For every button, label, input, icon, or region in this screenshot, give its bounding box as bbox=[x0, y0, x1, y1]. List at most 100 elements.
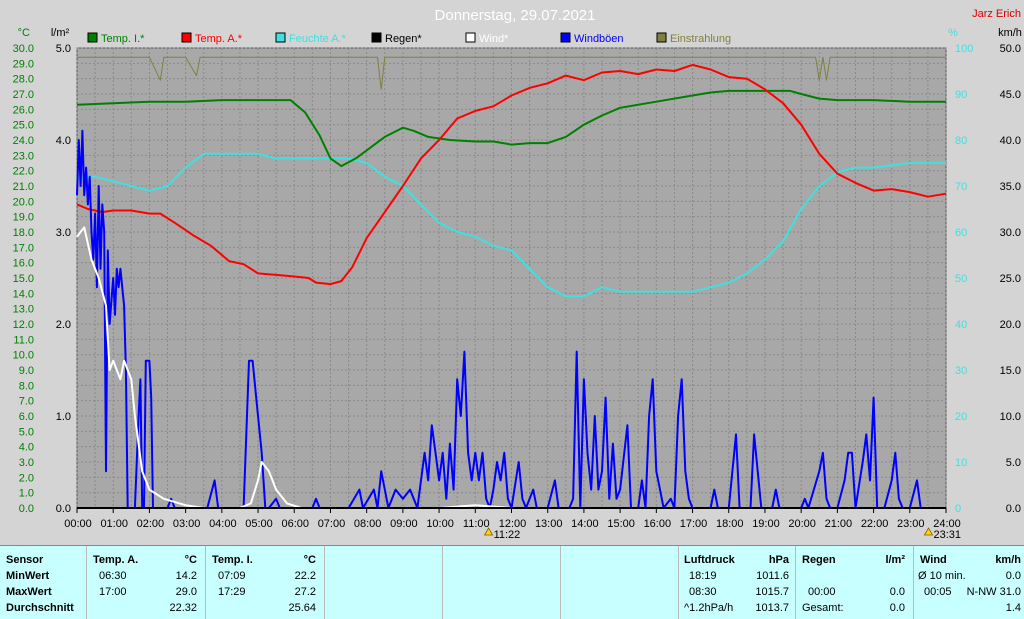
temp-tick-label: 25.0 bbox=[13, 120, 34, 132]
humidity-tick-label: 0 bbox=[955, 503, 961, 515]
sensor-header: Sensor bbox=[6, 554, 44, 566]
legend-label: Temp. I.* bbox=[101, 33, 145, 45]
x-tick-label: 14:00 bbox=[571, 518, 599, 530]
luftdruck-min-time: 18:19 bbox=[689, 570, 717, 582]
luftdruck-header: Luftdruck bbox=[684, 554, 735, 566]
empty-column-2 bbox=[443, 546, 561, 619]
regen-max-time: 00:00 bbox=[808, 586, 836, 598]
temp-i-unit: °C bbox=[303, 554, 316, 566]
humidity-tick-label: 10 bbox=[955, 457, 967, 469]
chart-title: Donnerstag, 29.07.2021 bbox=[435, 7, 596, 24]
legend-label: Wind* bbox=[479, 33, 509, 45]
temp-tick-label: 12.0 bbox=[13, 319, 34, 331]
luftdruck-current: 1013.7 bbox=[755, 602, 789, 614]
rain-tick-label: 4.0 bbox=[56, 135, 71, 147]
humidity-tick-label: 50 bbox=[955, 273, 967, 285]
temp-tick-label: 5.0 bbox=[19, 426, 34, 438]
rain-tick-label: 5.0 bbox=[56, 43, 71, 55]
wind-tick-label: 0.0 bbox=[1006, 503, 1021, 515]
luftdruck-trend: ^1.2hPa/h bbox=[684, 602, 734, 614]
legend-swatch bbox=[87, 32, 98, 43]
legend-swatch bbox=[181, 32, 192, 43]
x-tick-label: 15:00 bbox=[607, 518, 635, 530]
temp-tick-label: 27.0 bbox=[13, 89, 34, 101]
temp-i-max-time: 17:29 bbox=[218, 586, 246, 598]
temp-tick-label: 8.0 bbox=[19, 380, 34, 392]
humidity-tick-label: 60 bbox=[955, 227, 967, 239]
temp-a-unit: °C bbox=[184, 554, 197, 566]
regen-column: Regen l/m² 00:00 0.0 Gesamt: 0.0 bbox=[796, 546, 914, 619]
x-tick-label: 08:00 bbox=[354, 518, 382, 530]
legend-swatch bbox=[371, 32, 382, 43]
x-tick-label: 06:00 bbox=[281, 518, 309, 530]
luftdruck-unit: hPa bbox=[768, 554, 789, 566]
temp-a-min-value: 14.2 bbox=[175, 570, 197, 582]
temp-i-min-time: 07:09 bbox=[218, 570, 246, 582]
wind-mean: 1.4 bbox=[1005, 602, 1021, 614]
wind-column: Wind km/h Ø 10 min. 0.0 00:05 N-NW 31.0 … bbox=[914, 546, 1024, 619]
legend-swatch bbox=[275, 32, 286, 43]
temp-i-max-value: 27.2 bbox=[294, 586, 316, 598]
rain-tick-label: 3.0 bbox=[56, 227, 71, 239]
temp-a-avg: 22.32 bbox=[169, 602, 197, 614]
x-tick-label: 05:00 bbox=[245, 518, 273, 530]
temp-a-header: Temp. A. bbox=[93, 554, 139, 566]
temp-i-avg: 25.64 bbox=[288, 602, 316, 614]
x-tick-label: 07:00 bbox=[318, 518, 346, 530]
temp-tick-label: 21.0 bbox=[13, 181, 34, 193]
temp-i-header: Temp. I. bbox=[212, 554, 253, 566]
wind-avg-value: 0.0 bbox=[1005, 570, 1021, 582]
humidity-tick-label: 80 bbox=[955, 135, 967, 147]
humidity-tick-label: 30 bbox=[955, 365, 967, 377]
author-label: Jarz Erich bbox=[972, 8, 1021, 20]
wind-max-time: 00:05 bbox=[924, 586, 952, 598]
unit-temp: °C bbox=[18, 27, 30, 39]
temp-tick-label: 11.0 bbox=[13, 334, 34, 346]
temp-tick-label: 13.0 bbox=[13, 304, 34, 316]
wind-tick-label: 25.0 bbox=[1000, 273, 1021, 285]
legend-label: Temp. A.* bbox=[195, 33, 243, 45]
temp-tick-label: 28.0 bbox=[13, 74, 34, 86]
empty-column-1 bbox=[325, 546, 443, 619]
wind-tick-label: 15.0 bbox=[1000, 365, 1021, 377]
temp-tick-label: 14.0 bbox=[13, 288, 34, 300]
weather-chart: Donnerstag, 29.07.2021 Jarz Erich °C l/m… bbox=[0, 0, 1024, 545]
wind-avg-label: Ø 10 min. bbox=[918, 570, 966, 582]
luftdruck-column: Luftdruck hPa 18:19 1011.6 08:30 1015.7 … bbox=[679, 546, 796, 619]
wind-tick-label: 10.0 bbox=[1000, 411, 1021, 423]
temp-tick-label: 3.0 bbox=[19, 457, 34, 469]
rain-tick-label: 2.0 bbox=[56, 319, 71, 331]
temp-a-max-time: 17:00 bbox=[99, 586, 127, 598]
luftdruck-min-value: 1011.6 bbox=[756, 570, 789, 582]
legend-label: Regen* bbox=[385, 33, 422, 45]
stats-footer: Sensor MinWert MaxWert Durchschnitt Temp… bbox=[0, 545, 1024, 619]
x-tick-label: 01:00 bbox=[100, 518, 128, 530]
temp-a-max-value: 29.0 bbox=[175, 586, 197, 598]
unit-wind: km/h bbox=[998, 27, 1022, 39]
humidity-tick-label: 100 bbox=[955, 43, 973, 55]
sunrise-time: 11:22 bbox=[494, 529, 521, 541]
temp-tick-label: 6.0 bbox=[19, 411, 34, 423]
temp-tick-label: 23.0 bbox=[13, 150, 34, 162]
x-tick-label: 21:00 bbox=[825, 518, 853, 530]
wind-max-value: N-NW 31.0 bbox=[966, 586, 1021, 598]
regen-header: Regen bbox=[802, 554, 836, 566]
x-tick-label: 04:00 bbox=[209, 518, 237, 530]
humidity-tick-label: 70 bbox=[955, 181, 967, 193]
wind-header: Wind bbox=[920, 554, 947, 566]
wind-tick-label: 20.0 bbox=[1000, 319, 1021, 331]
legend-swatch bbox=[465, 32, 476, 43]
wind-tick-label: 30.0 bbox=[1000, 227, 1021, 239]
temp-tick-label: 30.0 bbox=[13, 43, 34, 55]
temp-tick-label: 26.0 bbox=[13, 104, 34, 116]
x-tick-label: 02:00 bbox=[137, 518, 165, 530]
rain-tick-label: 1.0 bbox=[56, 411, 71, 423]
x-tick-label: 20:00 bbox=[788, 518, 816, 530]
humidity-tick-label: 90 bbox=[955, 89, 967, 101]
temp-tick-label: 4.0 bbox=[19, 442, 34, 454]
temp-tick-label: 9.0 bbox=[19, 365, 34, 377]
temp-tick-label: 19.0 bbox=[13, 212, 34, 224]
unit-rain: l/m² bbox=[51, 27, 70, 39]
empty-column-3 bbox=[561, 546, 679, 619]
x-tick-label: 22:00 bbox=[861, 518, 889, 530]
